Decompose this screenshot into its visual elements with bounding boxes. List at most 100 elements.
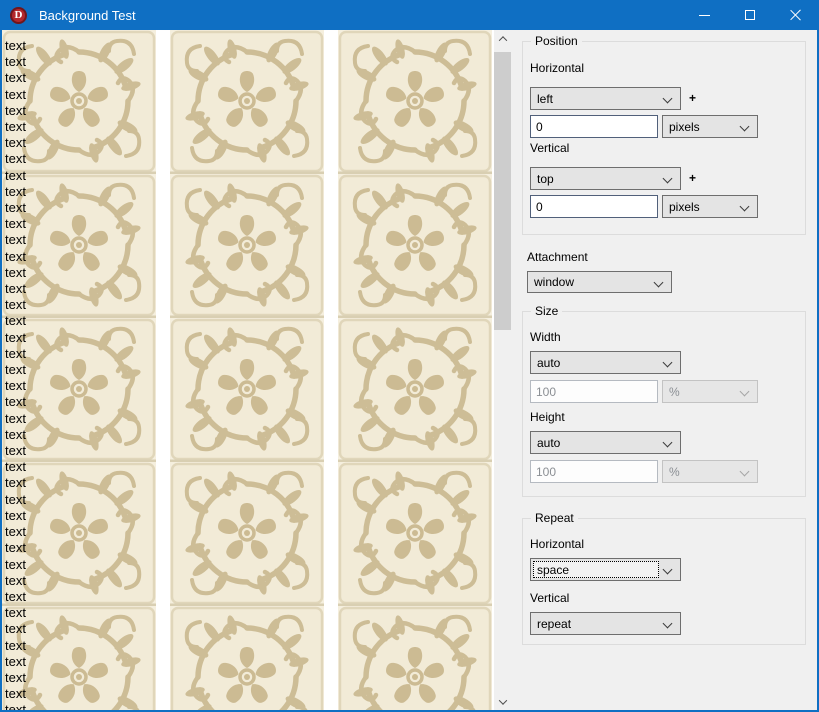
size-group-title: Size bbox=[531, 304, 562, 318]
background-tile bbox=[338, 606, 492, 710]
overlay-text-line: text bbox=[5, 443, 26, 459]
overlay-text-line: text bbox=[5, 87, 26, 103]
background-tile bbox=[338, 30, 492, 174]
overlay-text-line: text bbox=[5, 378, 26, 394]
overlay-text-line: text bbox=[5, 702, 26, 710]
overlay-text-line: text bbox=[5, 103, 26, 119]
size-height-mode-select[interactable]: auto bbox=[530, 431, 681, 454]
text-overlay: texttexttexttexttexttexttexttexttexttext… bbox=[5, 38, 26, 710]
overlay-text-line: text bbox=[5, 605, 26, 621]
size-width-label: Width bbox=[530, 330, 561, 344]
overlay-text-line: text bbox=[5, 394, 26, 410]
background-tile bbox=[338, 462, 492, 606]
overlay-text-line: text bbox=[5, 492, 26, 508]
overlay-text-line: text bbox=[5, 313, 26, 329]
background-tile bbox=[338, 174, 492, 318]
background-preview: texttexttexttexttexttexttexttexttexttext… bbox=[2, 30, 494, 710]
overlay-text-line: text bbox=[5, 168, 26, 184]
tile-grid bbox=[2, 30, 494, 710]
overlay-text-line: text bbox=[5, 557, 26, 573]
overlay-text-line: text bbox=[5, 411, 26, 427]
position-horizontal-unit-select[interactable]: pixels bbox=[662, 115, 758, 138]
background-tile bbox=[170, 462, 324, 606]
repeat-group-title: Repeat bbox=[531, 511, 578, 525]
maximize-button[interactable] bbox=[727, 0, 773, 30]
chevron-down-icon bbox=[663, 619, 673, 629]
background-tile bbox=[170, 30, 324, 174]
window-title: Background Test bbox=[39, 8, 136, 23]
position-vertical-label: Vertical bbox=[530, 141, 569, 155]
repeat-horizontal-select[interactable]: space bbox=[530, 558, 681, 581]
size-width-unit-select: % bbox=[662, 380, 758, 403]
chevron-down-icon bbox=[498, 696, 506, 704]
position-vertical-keyword-select[interactable]: top bbox=[530, 167, 681, 190]
position-horizontal-keyword-select[interactable]: left bbox=[530, 87, 681, 110]
minimize-button[interactable] bbox=[681, 0, 727, 30]
scroll-up-button[interactable] bbox=[494, 30, 511, 47]
overlay-text-line: text bbox=[5, 232, 26, 248]
overlay-text-line: text bbox=[5, 38, 26, 54]
background-tile bbox=[170, 606, 324, 710]
overlay-text-line: text bbox=[5, 330, 26, 346]
close-icon bbox=[790, 9, 802, 21]
overlay-text-line: text bbox=[5, 621, 26, 637]
overlay-text-line: text bbox=[5, 475, 26, 491]
minimize-icon bbox=[699, 15, 710, 16]
overlay-text-line: text bbox=[5, 119, 26, 135]
overlay-text-line: text bbox=[5, 184, 26, 200]
titlebar[interactable]: D Background Test bbox=[0, 0, 819, 30]
position-horizontal-offset-input[interactable] bbox=[530, 115, 658, 138]
overlay-text-line: text bbox=[5, 670, 26, 686]
chevron-down-icon bbox=[740, 467, 750, 477]
overlay-text-line: text bbox=[5, 70, 26, 86]
position-horizontal-label: Horizontal bbox=[530, 61, 584, 75]
overlay-text-line: text bbox=[5, 297, 26, 313]
repeat-vertical-label: Vertical bbox=[530, 591, 569, 605]
vertical-scrollbar[interactable] bbox=[494, 30, 511, 710]
overlay-text-line: text bbox=[5, 524, 26, 540]
overlay-text-line: text bbox=[5, 654, 26, 670]
app-window: D Background Test texttexttexttexttextte… bbox=[0, 0, 819, 712]
repeat-vertical-select[interactable]: repeat bbox=[530, 612, 681, 635]
position-vertical-unit-select[interactable]: pixels bbox=[662, 195, 758, 218]
repeat-horizontal-label: Horizontal bbox=[530, 537, 584, 551]
close-button[interactable] bbox=[773, 0, 819, 30]
overlay-text-line: text bbox=[5, 508, 26, 524]
overlay-text-line: text bbox=[5, 427, 26, 443]
chevron-down-icon bbox=[740, 387, 750, 397]
scrollbar-thumb[interactable] bbox=[494, 52, 511, 330]
overlay-text-line: text bbox=[5, 346, 26, 362]
position-horizontal-plus: + bbox=[689, 91, 696, 105]
attachment-select[interactable]: window bbox=[527, 271, 672, 293]
attachment-label: Attachment bbox=[527, 250, 588, 264]
size-width-value-input bbox=[530, 380, 658, 403]
size-height-unit-select: % bbox=[662, 460, 758, 483]
overlay-text-line: text bbox=[5, 151, 26, 167]
overlay-text-line: text bbox=[5, 589, 26, 605]
maximize-icon bbox=[745, 10, 755, 20]
position-group-title: Position bbox=[531, 34, 582, 48]
settings-panel: Position Horizontal left + pixels Vertic… bbox=[511, 30, 817, 710]
overlay-text-line: text bbox=[5, 200, 26, 216]
caption-buttons bbox=[681, 0, 819, 30]
chevron-down-icon bbox=[654, 278, 664, 288]
size-height-label: Height bbox=[530, 410, 565, 424]
chevron-down-icon bbox=[663, 358, 673, 368]
background-tile bbox=[170, 174, 324, 318]
overlay-text-line: text bbox=[5, 573, 26, 589]
scroll-down-button[interactable] bbox=[494, 693, 511, 710]
overlay-text-line: text bbox=[5, 281, 26, 297]
position-vertical-offset-input[interactable] bbox=[530, 195, 658, 218]
overlay-text-line: text bbox=[5, 265, 26, 281]
chevron-down-icon bbox=[663, 174, 673, 184]
overlay-text-line: text bbox=[5, 362, 26, 378]
overlay-text-line: text bbox=[5, 135, 26, 151]
chevron-down-icon bbox=[740, 122, 750, 132]
chevron-down-icon bbox=[663, 94, 673, 104]
size-height-value-input bbox=[530, 460, 658, 483]
app-icon: D bbox=[10, 7, 27, 24]
overlay-text-line: text bbox=[5, 540, 26, 556]
size-width-mode-select[interactable]: auto bbox=[530, 351, 681, 374]
position-vertical-plus: + bbox=[689, 171, 696, 185]
overlay-text-line: text bbox=[5, 216, 26, 232]
